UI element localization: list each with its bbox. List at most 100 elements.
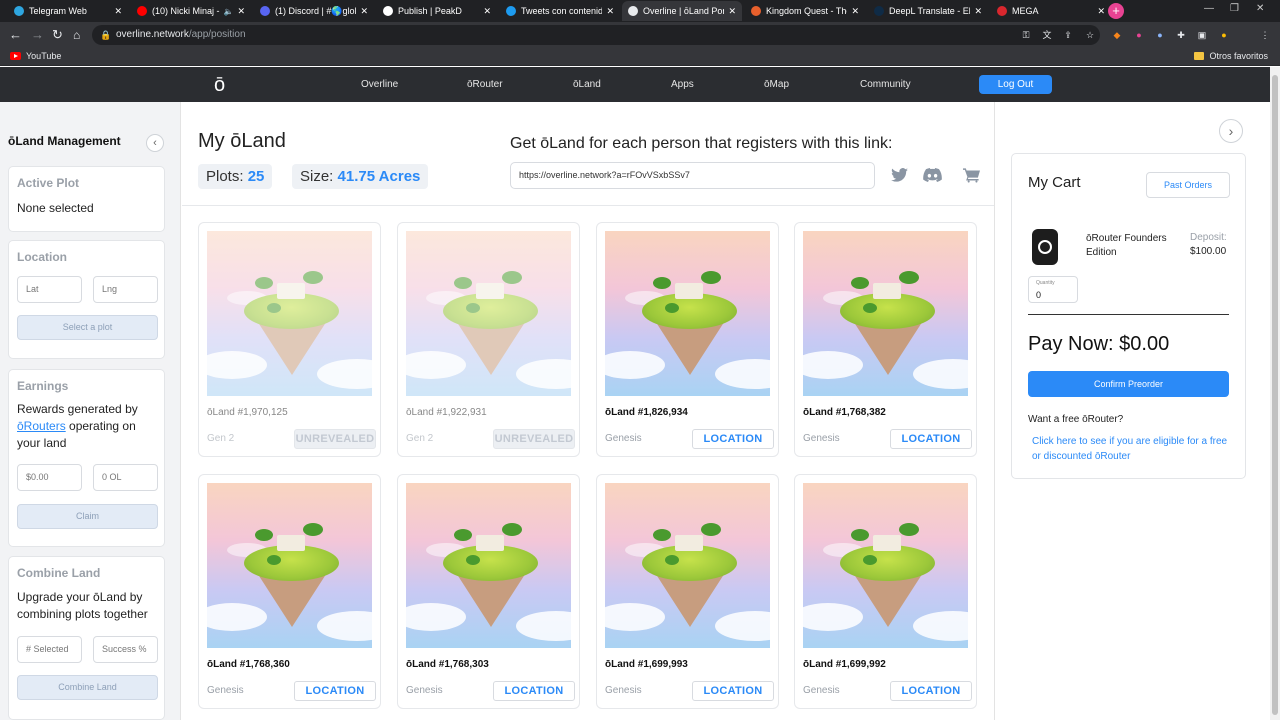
island-tree <box>899 271 919 284</box>
browser-tab[interactable]: Publish | PeakD ✕ <box>377 1 497 21</box>
land-island-image <box>406 231 571 396</box>
forward-icon[interactable]: → <box>31 27 44 43</box>
discord-icon[interactable] <box>923 168 942 184</box>
twitter-icon[interactable] <box>890 168 908 184</box>
tab-label: (1) Discord | #🌎globa <box>275 5 357 16</box>
close-tab-icon[interactable]: ✕ <box>1097 6 1105 17</box>
chrome-menu-icon[interactable]: ⋮ <box>1259 29 1271 41</box>
unrevealed-button[interactable]: UNREVEALED <box>493 429 575 449</box>
past-orders-button[interactable]: Past Orders <box>1146 172 1230 198</box>
extension-icon[interactable]: ● <box>1133 29 1145 41</box>
island-tree <box>255 277 273 289</box>
land-card[interactable]: ōLand #1,768,303 Genesis LOCATION <box>397 474 580 709</box>
bookmark-star-icon[interactable]: ☆ <box>1084 29 1096 41</box>
land-card[interactable]: ōLand #1,970,125 Gen 2 UNREVEALED <box>198 222 381 457</box>
confirm-preorder-button[interactable]: Confirm Preorder <box>1028 371 1229 397</box>
land-card[interactable]: ōLand #1,922,931 Gen 2 UNREVEALED <box>397 222 580 457</box>
collapse-sidebar-button[interactable]: ‹ <box>146 134 164 152</box>
minimize-icon[interactable]: — <box>1204 3 1214 14</box>
new-tab-button[interactable]: + <box>1108 3 1124 19</box>
nav-overline[interactable]: Overline <box>361 79 398 90</box>
location-button[interactable]: LOCATION <box>890 429 972 449</box>
favicon-icon <box>628 6 638 16</box>
location-button[interactable]: LOCATION <box>890 681 972 701</box>
logout-button[interactable]: Log Out <box>979 75 1052 94</box>
land-card[interactable]: ōLand #1,699,992 Genesis LOCATION <box>794 474 977 709</box>
back-icon[interactable]: ← <box>9 27 22 43</box>
profile-avatar[interactable]: ● <box>1218 29 1230 41</box>
maximize-icon[interactable]: ❐ <box>1230 3 1239 14</box>
close-window-icon[interactable]: ✕ <box>1256 3 1264 14</box>
overline-logo[interactable]: ō <box>214 75 225 95</box>
scrollbar-thumb[interactable] <box>1272 75 1278 715</box>
land-card[interactable]: ōLand #1,768,360 Genesis LOCATION <box>198 474 381 709</box>
page-scrollbar[interactable] <box>1270 67 1280 720</box>
nav-omap[interactable]: ōMap <box>764 79 789 90</box>
browser-tab[interactable]: Kingdom Quest - The ✕ <box>745 1 865 21</box>
select-plot-button[interactable]: Select a plot <box>17 315 158 340</box>
key-icon[interactable]: ⚿ <box>1020 29 1032 41</box>
expand-panel-button[interactable]: › <box>1219 119 1243 143</box>
lat-input[interactable]: Lat <box>17 276 82 303</box>
land-generation: Genesis <box>406 685 443 696</box>
bookmark-other-folder[interactable]: Otros favoritos <box>1194 51 1268 61</box>
tab-label: Telegram Web <box>29 6 87 16</box>
success-rate-input[interactable]: Success % <box>93 636 158 663</box>
browser-tab[interactable]: Telegram Web ✕ <box>8 1 128 21</box>
land-card[interactable]: ōLand #1,826,934 Genesis LOCATION <box>596 222 779 457</box>
land-name: ōLand #1,699,992 <box>803 659 886 670</box>
nav-community[interactable]: Community <box>860 79 911 90</box>
browser-tab[interactable]: (1) Discord | #🌎globa ✕ <box>254 1 374 21</box>
lng-input[interactable]: Lng <box>93 276 158 303</box>
location-button[interactable]: LOCATION <box>692 681 774 701</box>
audio-playing-icon[interactable]: 🔈 <box>223 7 233 16</box>
sidebar-toggle-icon[interactable]: ▣ <box>1196 29 1208 41</box>
eligibility-link[interactable]: Click here to see if you are eligible fo… <box>1032 434 1232 464</box>
metamask-icon[interactable]: ◆ <box>1111 29 1123 41</box>
referral-link-input[interactable]: https://overline.network?a=rFOvVSxbSSv7 <box>510 162 875 189</box>
land-size-badge: Size: 41.75 Acres <box>292 164 429 189</box>
close-tab-icon[interactable]: ✕ <box>360 6 368 17</box>
unrevealed-button[interactable]: UNREVEALED <box>294 429 376 449</box>
translate-icon[interactable]: 文 <box>1041 29 1053 41</box>
quantity-input[interactable]: Quantity 0 <box>1028 276 1078 303</box>
close-tab-icon[interactable]: ✕ <box>851 6 859 17</box>
browser-tab[interactable]: (10) Nicki Minaj - 🔈 ✕ <box>131 1 251 21</box>
nav-apps[interactable]: Apps <box>671 79 694 90</box>
browser-tab[interactable]: MEGA ✕ <box>991 1 1111 21</box>
island-tree <box>701 271 721 284</box>
share-icon[interactable]: ⇪ <box>1062 29 1074 41</box>
browser-tab[interactable]: Tweets con contenido ✕ <box>500 1 620 21</box>
extension-icon[interactable]: ● <box>1154 29 1166 41</box>
bookmark-youtube[interactable]: YouTube <box>10 51 61 61</box>
island-house <box>476 535 504 551</box>
browser-tab[interactable]: DeepL Translate - El m✕ <box>868 1 988 21</box>
site-header: ō Overline ōRouter ōLand Apps ōMap Commu… <box>0 67 1270 102</box>
extensions-puzzle-icon[interactable]: ✚ <box>1175 29 1187 41</box>
close-tab-icon[interactable]: ✕ <box>483 6 491 17</box>
orouters-link[interactable]: ōRouters <box>17 419 66 433</box>
close-tab-icon[interactable]: ✕ <box>728 6 736 17</box>
cart-icon[interactable] <box>962 168 980 184</box>
tab-label: (10) Nicki Minaj - <box>152 6 220 16</box>
land-card[interactable]: ōLand #1,768,382 Genesis LOCATION <box>794 222 977 457</box>
close-tab-icon[interactable]: ✕ <box>237 6 245 17</box>
land-island-image <box>803 483 968 648</box>
land-card[interactable]: ōLand #1,699,993 Genesis LOCATION <box>596 474 779 709</box>
reload-icon[interactable]: ↻ <box>52 27 63 43</box>
nav-orouter[interactable]: ōRouter <box>467 79 503 90</box>
home-icon[interactable]: ⌂ <box>73 27 80 43</box>
close-tab-icon[interactable]: ✕ <box>974 6 982 17</box>
combine-land-button[interactable]: Combine Land <box>17 675 158 700</box>
close-tab-icon[interactable]: ✕ <box>606 6 614 17</box>
browser-tab[interactable]: Overline | ōLand Porta ✕ <box>622 1 742 21</box>
close-tab-icon[interactable]: ✕ <box>114 6 122 17</box>
selected-count-input[interactable]: # Selected <box>17 636 82 663</box>
location-button[interactable]: LOCATION <box>294 681 376 701</box>
claim-button[interactable]: Claim <box>17 504 158 529</box>
nav-oland[interactable]: ōLand <box>573 79 601 90</box>
location-button[interactable]: LOCATION <box>692 429 774 449</box>
location-button[interactable]: LOCATION <box>493 681 575 701</box>
address-bar[interactable]: 🔒 overline.network/app/position <box>92 25 1100 45</box>
sidebar-title: ōLand Management <box>8 134 121 148</box>
